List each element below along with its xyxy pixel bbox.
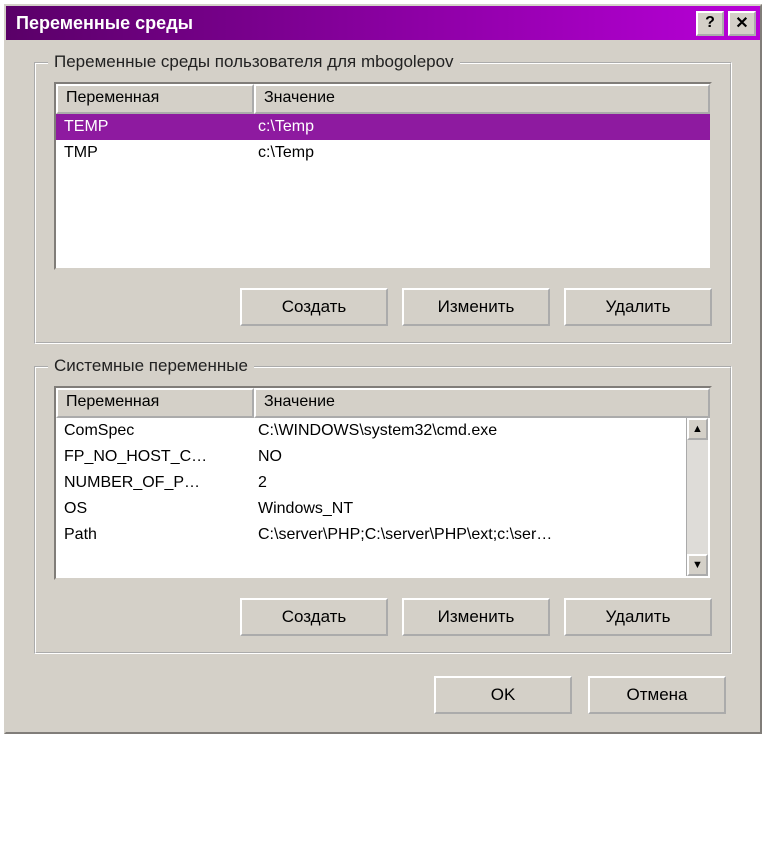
arrow-up-icon: ▲ [692, 424, 703, 435]
user-list-headers: Переменная Значение [56, 84, 710, 114]
variable-name-cell: NUMBER_OF_P… [56, 474, 254, 492]
scroll-track[interactable] [687, 440, 708, 554]
system-header-value[interactable]: Значение [254, 388, 710, 418]
variable-value-cell: Windows_NT [254, 500, 710, 518]
user-list-body: TEMPc:\TempTMPc:\Temp [56, 114, 710, 166]
close-button[interactable]: ✕ [728, 11, 756, 36]
system-new-button[interactable]: Создать [240, 598, 388, 636]
variable-value-cell: c:\Temp [254, 118, 710, 136]
variable-value-cell: 2 [254, 474, 710, 492]
variable-name-cell: TEMP [56, 118, 254, 136]
system-scrollbar[interactable]: ▲ ▼ [686, 418, 708, 576]
variable-name-cell: OS [56, 500, 254, 518]
user-variables-group: Переменные среды пользователя для mbogol… [34, 62, 732, 344]
table-row[interactable]: FP_NO_HOST_C…NO [56, 444, 710, 470]
window-title: Переменные среды [16, 13, 692, 34]
variable-value-cell: NO [254, 448, 710, 466]
cancel-button[interactable]: Отмена [588, 676, 726, 714]
variable-value-cell: C:\server\PHP;C:\server\PHP\ext;c:\ser… [254, 526, 710, 544]
variable-name-cell: TMP [56, 144, 254, 162]
help-icon: ? [705, 14, 715, 32]
dialog-buttons: OK Отмена [34, 676, 732, 714]
variable-value-cell: c:\Temp [254, 144, 710, 162]
table-row[interactable]: OSWindows_NT [56, 496, 710, 522]
system-edit-button[interactable]: Изменить [402, 598, 550, 636]
table-row[interactable]: TEMPc:\Temp [56, 114, 710, 140]
help-button[interactable]: ? [696, 11, 724, 36]
user-variables-list[interactable]: Переменная Значение TEMPc:\TempTMPc:\Tem… [54, 82, 712, 270]
table-row[interactable]: NUMBER_OF_P…2 [56, 470, 710, 496]
variable-value-cell: C:\WINDOWS\system32\cmd.exe [254, 422, 710, 440]
user-new-button[interactable]: Создать [240, 288, 388, 326]
system-list-headers: Переменная Значение [56, 388, 710, 418]
user-group-legend: Переменные среды пользователя для mbogol… [48, 52, 460, 72]
system-delete-button[interactable]: Удалить [564, 598, 712, 636]
variable-name-cell: ComSpec [56, 422, 254, 440]
system-group-legend: Системные переменные [48, 356, 254, 376]
system-header-name[interactable]: Переменная [56, 388, 254, 418]
scroll-up-button[interactable]: ▲ [687, 418, 708, 440]
system-list-body: ComSpecC:\WINDOWS\system32\cmd.exeFP_NO_… [56, 418, 710, 548]
system-variables-list[interactable]: Переменная Значение ComSpecC:\WINDOWS\sy… [54, 386, 712, 580]
user-header-value[interactable]: Значение [254, 84, 710, 114]
user-header-name[interactable]: Переменная [56, 84, 254, 114]
scroll-down-button[interactable]: ▼ [687, 554, 708, 576]
table-row[interactable]: PathC:\server\PHP;C:\server\PHP\ext;c:\s… [56, 522, 710, 548]
variable-name-cell: FP_NO_HOST_C… [56, 448, 254, 466]
user-button-row: Создать Изменить Удалить [54, 288, 712, 326]
system-button-row: Создать Изменить Удалить [54, 598, 712, 636]
variable-name-cell: Path [56, 526, 254, 544]
table-row[interactable]: ComSpecC:\WINDOWS\system32\cmd.exe [56, 418, 710, 444]
table-row[interactable]: TMPc:\Temp [56, 140, 710, 166]
titlebar[interactable]: Переменные среды ? ✕ [6, 6, 760, 40]
ok-button[interactable]: OK [434, 676, 572, 714]
system-variables-group: Системные переменные Переменная Значение… [34, 366, 732, 654]
dialog-body: Переменные среды пользователя для mbogol… [6, 40, 760, 732]
close-icon: ✕ [735, 13, 748, 33]
user-edit-button[interactable]: Изменить [402, 288, 550, 326]
user-delete-button[interactable]: Удалить [564, 288, 712, 326]
env-variables-dialog: Переменные среды ? ✕ Переменные среды по… [4, 4, 762, 734]
arrow-down-icon: ▼ [692, 560, 703, 571]
